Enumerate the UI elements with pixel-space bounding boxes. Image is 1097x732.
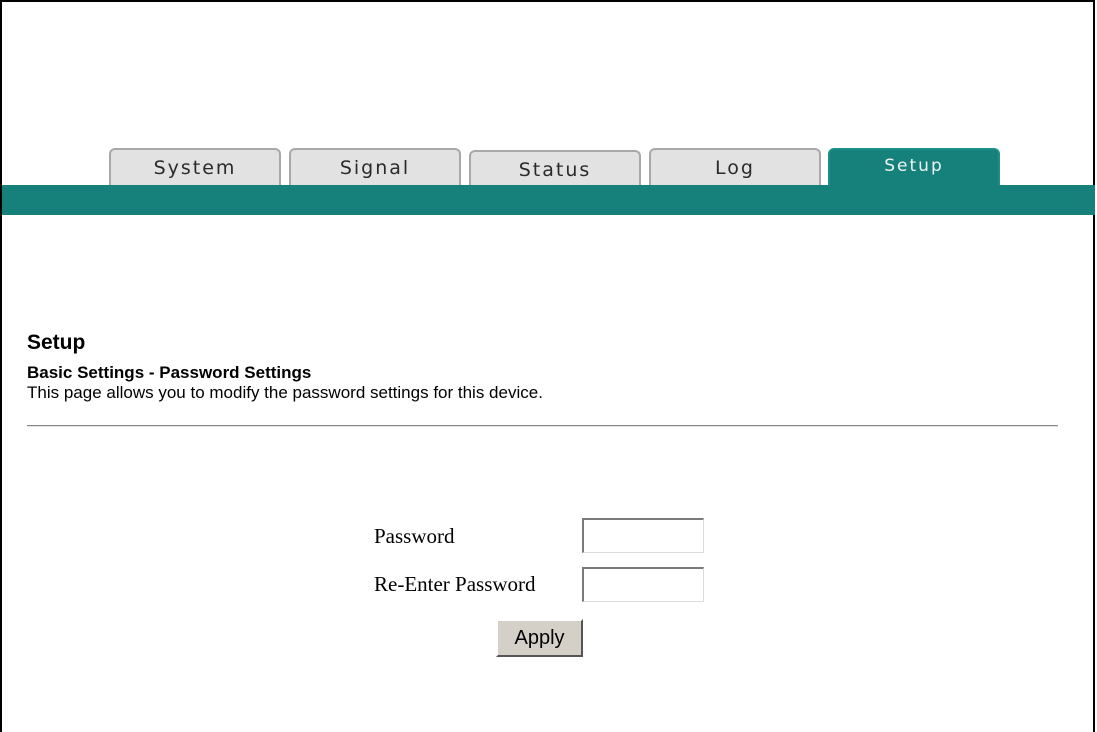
page-subtitle: Basic Settings - Password Settings <box>27 363 312 382</box>
reenter-password-label: Re-Enter Password <box>374 572 536 596</box>
password-input[interactable] <box>582 518 704 553</box>
tab-system[interactable]: System <box>109 148 281 186</box>
page-title: Setup <box>27 331 86 354</box>
tab-status[interactable]: Status <box>469 150 641 188</box>
password-label: Password <box>374 524 455 548</box>
section-divider <box>27 425 1058 427</box>
tab-setup[interactable]: Setup <box>828 148 1000 186</box>
tab-bar: System Signal Status Log Setup <box>2 148 1095 188</box>
reenter-password-input[interactable] <box>582 567 704 602</box>
tab-signal[interactable]: Signal <box>289 148 461 186</box>
tab-log[interactable]: Log <box>649 148 821 186</box>
apply-button[interactable]: Apply <box>496 619 583 657</box>
nav-accent-bar <box>2 185 1095 215</box>
page-description: This page allows you to modify the passw… <box>27 383 543 402</box>
